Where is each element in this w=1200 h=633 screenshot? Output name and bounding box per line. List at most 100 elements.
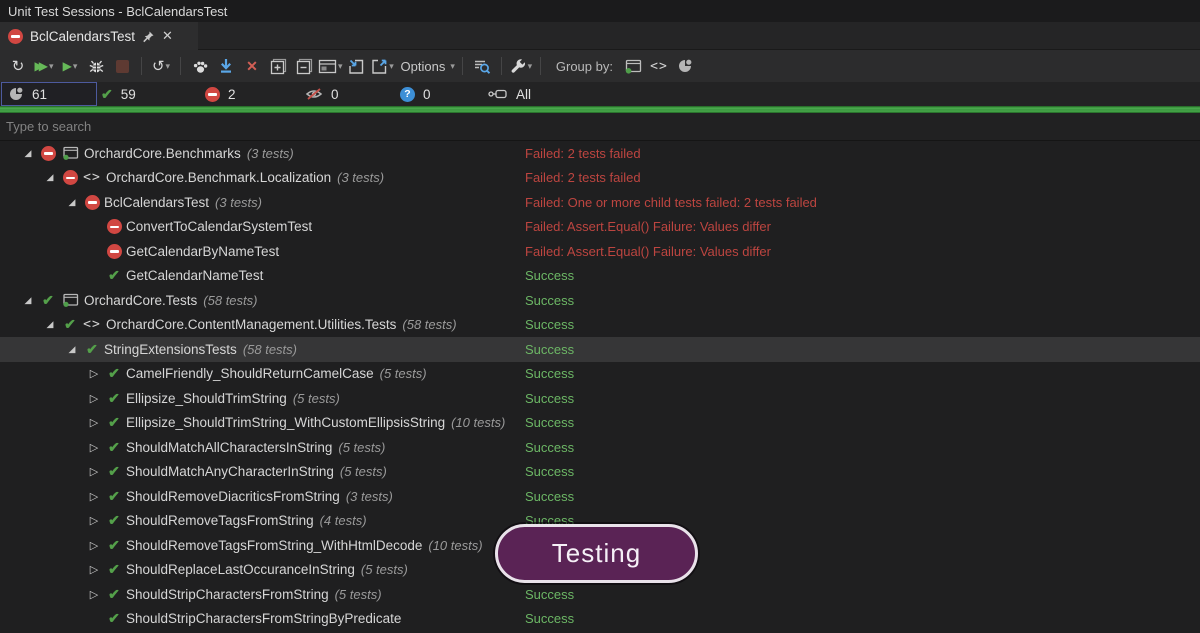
counter-total[interactable]: 61 — [1, 82, 97, 106]
expanded-arrow-icon[interactable]: ◢ — [62, 197, 82, 208]
run-selected-tests-button[interactable]: ▶ ▾ — [58, 54, 82, 78]
test-tree-row[interactable]: ▷ ✔ ShouldMatchAnyCharacterInString (5 t… — [0, 460, 1200, 485]
passed-count: 59 — [121, 87, 136, 102]
import-session-button[interactable] — [345, 54, 369, 78]
run-all-tests-button[interactable]: ▶▶ ▾ — [32, 54, 56, 78]
check-icon: ✔ — [38, 292, 58, 309]
options-button[interactable]: Options ▾ — [397, 54, 455, 78]
debug-tests-button[interactable] — [84, 54, 108, 78]
collapsed-arrow-icon[interactable]: ▷ — [84, 367, 104, 380]
test-tree-row[interactable]: ◢ OrchardCore.Benchmarks (3 tests) Faile… — [0, 141, 1200, 166]
filter-button[interactable] — [470, 54, 494, 78]
counter-inconclusive[interactable]: ? 0 — [400, 82, 431, 106]
failed-icon — [205, 87, 220, 102]
expanded-arrow-icon[interactable]: ◢ — [40, 319, 60, 330]
output-layout-button[interactable]: ▾ — [318, 54, 343, 78]
collapsed-arrow-icon[interactable]: ▷ — [84, 441, 104, 454]
expand-all-button[interactable] — [266, 54, 290, 78]
test-tree-row[interactable]: ◢ <> OrchardCore.Benchmark.Localization … — [0, 166, 1200, 191]
collapsed-arrow-icon[interactable]: ▷ — [84, 539, 104, 552]
counter-all[interactable]: All — [488, 82, 531, 106]
options-label: Options — [397, 59, 450, 74]
test-tree-row[interactable]: ▷ ✔ CamelFriendly_ShouldReturnCamelCase … — [0, 362, 1200, 387]
settings-button[interactable]: ▾ — [509, 54, 533, 78]
toolbar: ↻ ▶▶ ▾ ▶ ▾ ↺ ▾ — [0, 50, 1200, 82]
test-count: (3 tests) — [215, 195, 262, 210]
export-session-button[interactable]: ▾ — [371, 54, 395, 78]
test-count: (10 tests) — [451, 415, 505, 430]
failed-icon — [107, 244, 122, 259]
group-by-project-button[interactable] — [621, 54, 645, 78]
test-tree-row[interactable]: ▷ ✔ Ellipsize_ShouldTrimString_WithCusto… — [0, 411, 1200, 436]
test-tree-row[interactable]: ◢ ✔ OrchardCore.Tests (58 tests) Success — [0, 288, 1200, 313]
project-icon — [624, 59, 642, 74]
collapse-all-button[interactable] — [292, 54, 316, 78]
expanded-arrow-icon[interactable]: ◢ — [18, 148, 38, 159]
counter-ignored[interactable]: 0 — [305, 82, 339, 106]
test-tree-row[interactable]: ▷ ✔ Ellipsize_ShouldTrimString (5 tests)… — [0, 386, 1200, 411]
chevron-down-icon: ▾ — [49, 62, 54, 71]
run-all-icon: ▶▶ — [35, 59, 43, 73]
test-tree-row[interactable]: ▷ ✔ ShouldStripCharactersFromString (5 t… — [0, 582, 1200, 607]
result-counters: 61 ✔ 59 2 0 ? 0 All — [0, 82, 1200, 106]
test-tree-row-selected[interactable]: ◢ ✔ StringExtensionsTests (58 tests) Suc… — [0, 337, 1200, 362]
group-by-namespace-button[interactable]: <> — [647, 54, 671, 78]
collapsed-arrow-icon[interactable]: ▷ — [84, 465, 104, 478]
expanded-arrow-icon[interactable]: ◢ — [62, 344, 82, 355]
collapsed-arrow-icon[interactable]: ▷ — [84, 588, 104, 601]
pin-icon[interactable] — [142, 30, 155, 43]
search-input[interactable] — [0, 119, 1200, 134]
expanded-arrow-icon[interactable]: ◢ — [40, 172, 60, 183]
check-icon: ✔ — [104, 537, 124, 554]
close-tab-icon[interactable]: ✕ — [162, 28, 173, 44]
test-progress-bar — [0, 106, 1200, 113]
ignored-count: 0 — [331, 87, 339, 102]
collapsed-arrow-icon[interactable]: ▷ — [84, 392, 104, 405]
test-tree-row[interactable]: ConvertToCalendarSystemTest Failed: Asse… — [0, 215, 1200, 240]
test-label: GetCalendarNameTest — [126, 268, 263, 283]
test-count: (58 tests) — [243, 342, 297, 357]
toolbar-separator — [540, 57, 541, 75]
scroll-to-end-button[interactable] — [214, 54, 238, 78]
collapsed-arrow-icon[interactable]: ▷ — [84, 490, 104, 503]
test-label: ShouldStripCharactersFromStringByPredica… — [126, 611, 401, 626]
collapsed-arrow-icon[interactable]: ▷ — [84, 514, 104, 527]
test-tree-row[interactable]: ◢ ✔ <> OrchardCore.ContentManagement.Uti… — [0, 313, 1200, 338]
counter-passed[interactable]: ✔ 59 — [101, 82, 136, 106]
close-session-button[interactable]: ✕ — [240, 54, 264, 78]
test-tree-row[interactable]: GetCalendarByNameTest Failed: Assert.Equ… — [0, 239, 1200, 264]
test-tree-row[interactable]: ✔ GetCalendarNameTest Success — [0, 264, 1200, 289]
test-tree-row[interactable]: ▷ ✔ ShouldMatchAllCharactersInString (5 … — [0, 435, 1200, 460]
tab-bclcalendarstest[interactable]: BclCalendarsTest ✕ — [0, 22, 198, 50]
eye-off-icon — [305, 87, 323, 101]
down-arrow-icon — [219, 58, 233, 74]
test-label: CamelFriendly_ShouldReturnCamelCase — [126, 366, 374, 381]
test-count: (58 tests) — [402, 317, 456, 332]
refresh-icon[interactable]: ↻ — [6, 54, 30, 78]
test-tree-row[interactable]: ◢ BclCalendarsTest (3 tests) Failed: One… — [0, 190, 1200, 215]
test-label: GetCalendarByNameTest — [126, 244, 279, 259]
counter-failed[interactable]: 2 — [205, 82, 236, 106]
test-count: (5 tests) — [293, 391, 340, 406]
collapsed-arrow-icon[interactable]: ▷ — [84, 416, 104, 429]
profile-icon: ↺ — [152, 59, 165, 74]
namespace-icon: <> — [80, 317, 104, 332]
group-by-category-button[interactable] — [673, 54, 697, 78]
test-status: Success — [525, 337, 574, 362]
chevron-down-icon: ▾ — [528, 62, 533, 71]
track-running-test-button[interactable] — [188, 54, 212, 78]
test-status: Success — [525, 435, 574, 460]
expanded-arrow-icon[interactable]: ◢ — [18, 295, 38, 306]
window-title: Unit Test Sessions - BclCalendarsTest — [8, 4, 227, 19]
cover-tests-button[interactable]: ↺ ▾ — [149, 54, 173, 78]
failed-count: 2 — [228, 87, 236, 102]
test-count: (58 tests) — [203, 293, 257, 308]
toolbar-separator — [141, 57, 142, 75]
failed-icon — [41, 146, 56, 161]
stop-button[interactable] — [110, 54, 134, 78]
project-icon — [58, 293, 82, 307]
collapsed-arrow-icon[interactable]: ▷ — [84, 563, 104, 576]
test-tree-row[interactable]: ▷ ✔ ShouldRemoveDiacriticsFromString (3 … — [0, 484, 1200, 509]
check-icon: ✔ — [104, 586, 124, 603]
test-tree-row[interactable]: ✔ ShouldStripCharactersFromStringByPredi… — [0, 607, 1200, 632]
